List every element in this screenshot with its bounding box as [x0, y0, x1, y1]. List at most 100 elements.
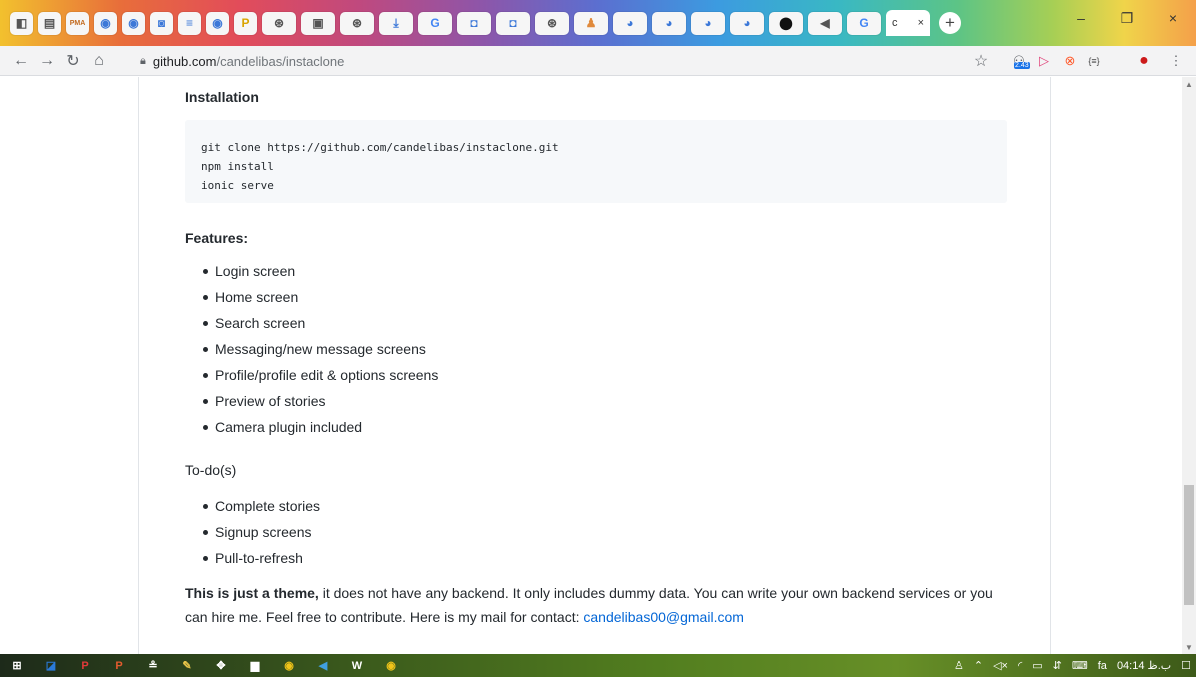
chrome-icon: ◙ — [157, 16, 166, 30]
bookmark-star-icon[interactable]: ☆ — [970, 50, 992, 72]
people-icon[interactable]: ♙ — [949, 659, 969, 672]
tab-edge-2[interactable]: ◕ — [652, 11, 686, 35]
tab-puzzle[interactable]: ◧ — [10, 11, 33, 35]
tab-chrome-1[interactable]: ◉ — [94, 11, 117, 35]
install-code-block: git clone https://github.com/candelibas/… — [185, 120, 1007, 203]
app-icon[interactable]: ▆ — [238, 654, 272, 677]
network-icon[interactable]: ⇵ — [1048, 659, 1067, 672]
list-item: Search screen — [185, 310, 438, 336]
minimize-button[interactable]: – — [1058, 0, 1104, 36]
wifi-icon[interactable]: ◜ — [1013, 659, 1027, 672]
dashboard-icon: ▤ — [43, 16, 56, 30]
extension-brackets[interactable]: {≡} — [1084, 51, 1104, 71]
tab-google-2[interactable]: G — [847, 11, 881, 35]
scroll-thumb[interactable] — [1184, 485, 1194, 605]
close-button[interactable]: × — [1150, 0, 1196, 36]
tab-close-icon[interactable]: × — [918, 17, 924, 29]
profile-avatar[interactable]: ● — [1134, 51, 1154, 71]
tab-edge-4[interactable]: ◕ — [730, 11, 764, 35]
forward-arrow-icon[interactable]: → — [36, 50, 58, 72]
outlook-icon[interactable]: ◪ — [34, 654, 68, 677]
tab-box-2[interactable]: ◘ — [496, 11, 530, 35]
google-icon: G — [430, 16, 440, 30]
play-icon: ▷ — [1039, 53, 1049, 68]
tab-globe-3[interactable]: ⊛ — [535, 11, 569, 35]
extension-play[interactable]: ▷ — [1034, 51, 1054, 71]
app-icon[interactable]: ✥ — [204, 654, 238, 677]
scroll-down-icon[interactable]: ▼ — [1182, 640, 1196, 654]
clock[interactable]: 04:14 ب.ظ — [1112, 659, 1176, 672]
language-indicator[interactable]: fa — [1093, 660, 1112, 672]
word-icon[interactable]: W — [340, 654, 374, 677]
new-tab-button[interactable]: + — [939, 12, 961, 34]
home-icon[interactable]: ⌂ — [88, 50, 110, 72]
chrome-icon[interactable]: ◉ — [374, 654, 408, 677]
address-bar[interactable]: 🔒︎ github.com /candelibas/instaclone — [140, 50, 1000, 72]
tab-person[interactable]: ♟ — [574, 11, 608, 35]
list-icon: ≡ — [185, 16, 193, 30]
tab-audio[interactable]: ◀ — [808, 11, 842, 35]
taskbar: ⊞ ◪ P P ≗ ✎ ✥ ▆ ◉ ◀ W ◉ ♙ ⌃ ◁× ◜ ▭ ⇵ ⌨ f… — [0, 654, 1196, 677]
scroll-up-icon[interactable]: ▲ — [1182, 77, 1196, 91]
tab-edge-3[interactable]: ◕ — [691, 11, 725, 35]
extension-opera[interactable]: ⊗ — [1060, 51, 1080, 71]
browser-toolbar: ← → ↻ ⌂ 🔒︎ github.com /candelibas/instac… — [0, 46, 1196, 76]
edge-icon: ◕ — [665, 16, 673, 30]
extension-network[interactable]: ⚇ 2.43 — [1008, 51, 1030, 71]
telegram-icon[interactable]: ◀ — [306, 654, 340, 677]
tab-chrome-4[interactable]: ◉ — [206, 11, 229, 35]
list-item: Preview of stories — [185, 388, 438, 414]
maximize-button[interactable]: ❐ — [1104, 0, 1150, 36]
tab-list[interactable]: ≡ — [178, 11, 201, 35]
tab-chrome-2[interactable]: ◉ — [122, 11, 145, 35]
tab-edge-1[interactable]: ◕ — [613, 11, 647, 35]
app-icon[interactable]: ≗ — [136, 654, 170, 677]
edge-icon: ◕ — [626, 16, 634, 30]
explorer-icon[interactable]: ✎ — [170, 654, 204, 677]
tab-pma[interactable]: PMA — [66, 11, 89, 35]
box-icon: ◘ — [470, 16, 478, 30]
tab-app[interactable]: ▣ — [301, 11, 335, 35]
features-heading: Features: — [185, 230, 249, 246]
reload-icon[interactable]: ↻ — [62, 50, 84, 72]
tab-dashboard[interactable]: ▤ — [38, 11, 61, 35]
download-icon: ⤓ — [393, 15, 399, 30]
disclaimer-paragraph: This is just a theme, it does not have a… — [185, 581, 1007, 629]
disclaimer-bold: This is just a theme, — [185, 585, 319, 601]
tab-chrome-3[interactable]: ◙ — [150, 11, 173, 35]
window-controls: – ❐ × — [1058, 0, 1196, 36]
code-line: ionic serve — [201, 179, 274, 192]
lock-icon: 🔒︎ — [140, 54, 146, 67]
globe-icon: ⊛ — [273, 16, 285, 30]
chrome-icon[interactable]: ◉ — [272, 654, 306, 677]
tab-active[interactable]: c × — [886, 10, 930, 36]
chevron-up-icon[interactable]: ⌃ — [969, 659, 988, 672]
pma-icon: PMA — [69, 19, 86, 27]
page-viewport: Installation git clone https://github.co… — [0, 77, 1196, 654]
tab-globe-1[interactable]: ⊛ — [262, 11, 296, 35]
tab-box-1[interactable]: ◘ — [457, 11, 491, 35]
keyboard-icon[interactable]: ⌨ — [1067, 659, 1093, 672]
contact-email-link[interactable]: candelibas00@gmail.com — [583, 609, 744, 625]
tab-download[interactable]: ⤓ — [379, 11, 413, 35]
tab-p[interactable]: P — [234, 11, 257, 35]
list-item: Home screen — [185, 284, 438, 310]
extension-badge: 2.43 — [1014, 62, 1030, 69]
back-arrow-icon[interactable]: ← — [10, 50, 32, 72]
volume-icon[interactable]: ◁× — [988, 659, 1013, 672]
list-item: Profile/profile edit & options screens — [185, 362, 438, 388]
tab-github[interactable]: ⬤ — [769, 11, 803, 35]
tab-globe-2[interactable]: ⊛ — [340, 11, 374, 35]
tab-google-1[interactable]: G — [418, 11, 452, 35]
battery-icon[interactable]: ▭ — [1027, 659, 1047, 672]
list-item: Signup screens — [185, 519, 320, 545]
features-list: Login screen Home screen Search screen M… — [185, 258, 438, 440]
code-line: npm install — [201, 160, 274, 173]
menu-kebab-icon[interactable]: ⋮ — [1166, 51, 1186, 71]
vertical-scrollbar[interactable]: ▲ ▼ — [1182, 77, 1196, 654]
brackets-icon: {≡} — [1088, 56, 1100, 66]
notification-icon[interactable]: ☐ — [1176, 659, 1196, 672]
windows-start-icon[interactable]: ⊞ — [0, 654, 34, 677]
p-app-icon[interactable]: P — [68, 654, 102, 677]
powerpoint-icon[interactable]: P — [102, 654, 136, 677]
